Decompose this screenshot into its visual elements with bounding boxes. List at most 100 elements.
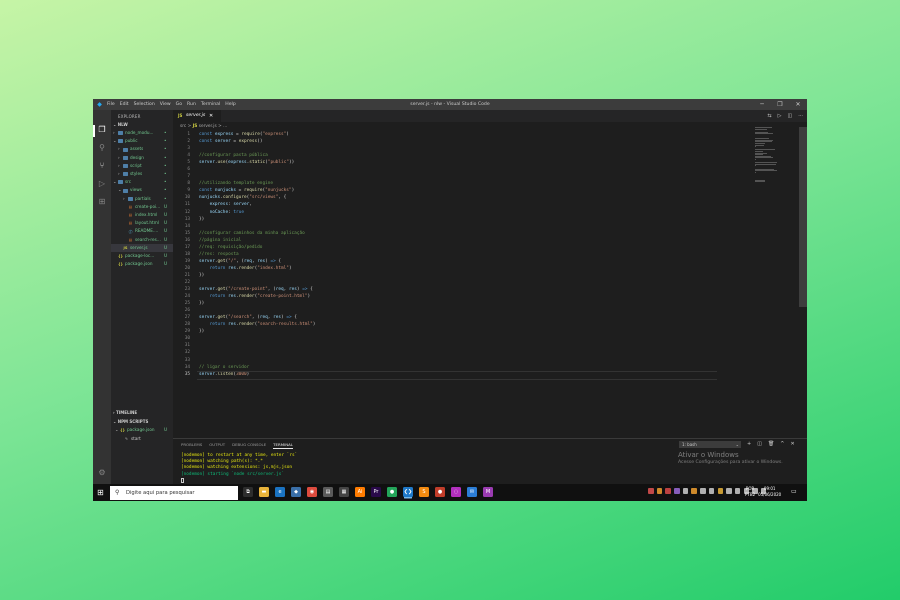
tree-item[interactable]: › ▰ assets • bbox=[111, 145, 173, 153]
tree-item[interactable]: ⌄ ▰ src • bbox=[111, 178, 173, 186]
tray-icon[interactable] bbox=[665, 488, 671, 494]
breadcrumb-symbol[interactable]: > ... bbox=[218, 124, 227, 129]
tree-item[interactable]: ⌄ ▰ public • bbox=[111, 137, 173, 145]
tree-item[interactable]: {} package.json U bbox=[111, 260, 173, 268]
tree-item[interactable]: ▤ create-poi... U bbox=[111, 203, 173, 211]
source-control-icon[interactable]: ⑂ bbox=[97, 161, 107, 171]
terminal-output[interactable]: [nodemon] to restart at any time, enter … bbox=[181, 453, 297, 485]
panel-tab-terminal[interactable]: TERMINAL bbox=[273, 442, 293, 449]
tree-item[interactable]: {} package-loc... U bbox=[111, 252, 173, 260]
input-language[interactable]: POR PTB2 bbox=[745, 486, 755, 498]
tray-icon[interactable] bbox=[674, 488, 680, 494]
npm-script-start[interactable]: ✎ start bbox=[111, 435, 173, 443]
tray-icon[interactable] bbox=[717, 488, 723, 494]
tree-item[interactable]: ⓘ README.... U bbox=[111, 227, 173, 235]
menu-selection[interactable]: Selection bbox=[134, 99, 155, 110]
split-editor-icon[interactable]: ◫ bbox=[787, 110, 792, 122]
illustrator-icon[interactable]: Ai bbox=[355, 487, 365, 497]
tree-item[interactable]: ▤ layout.html U bbox=[111, 219, 173, 227]
panel-tab-output[interactable]: OUTPUT bbox=[209, 442, 225, 449]
tray-icon[interactable] bbox=[691, 488, 697, 494]
tray-icon[interactable] bbox=[682, 488, 689, 494]
minimize-button[interactable]: ─ bbox=[753, 99, 771, 110]
calculator-icon[interactable]: ▦ bbox=[339, 487, 349, 497]
more-actions-icon[interactable]: ··· bbox=[798, 110, 803, 122]
tree-item[interactable]: › ▰ partials • bbox=[111, 195, 173, 203]
breadcrumb-folder[interactable]: src bbox=[180, 124, 186, 129]
file-explorer-icon[interactable]: ▬ bbox=[259, 487, 269, 497]
taskbar-search-box[interactable]: ⚲ Digite aqui para pesquisar bbox=[110, 485, 238, 500]
sublime-icon[interactable]: S bbox=[419, 487, 429, 497]
tree-item[interactable]: ▤ index.html U bbox=[111, 211, 173, 219]
code-token: return bbox=[209, 265, 229, 271]
tree-item[interactable]: JS server.js U bbox=[111, 243, 173, 252]
maximize-panel-icon[interactable]: ^ bbox=[780, 441, 784, 448]
line-number: 13 bbox=[184, 216, 190, 222]
tray-icon[interactable] bbox=[700, 488, 706, 494]
chrome-icon[interactable]: ◉ bbox=[307, 487, 317, 497]
split-terminal-icon[interactable]: ◫ bbox=[757, 441, 762, 448]
minimap[interactable] bbox=[753, 127, 797, 207]
tree-item[interactable]: ⌄ ▰ views • bbox=[111, 186, 173, 194]
tray-icon[interactable] bbox=[708, 488, 715, 494]
tree-item[interactable]: › ▰ node_modu... • bbox=[111, 129, 173, 137]
menu-run[interactable]: Run bbox=[187, 99, 196, 110]
date-time[interactable]: 09:01 05/06/2020 bbox=[758, 486, 781, 498]
app-purple-icon[interactable]: ◌ bbox=[451, 487, 461, 497]
search-icon[interactable]: ⚲ bbox=[97, 143, 107, 153]
breadcrumb-file[interactable]: server.js bbox=[199, 124, 217, 129]
tree-item[interactable]: › ▰ design • bbox=[111, 154, 173, 162]
tray-icon[interactable] bbox=[648, 488, 654, 494]
panel-tab-debug-console[interactable]: DEBUG CONSOLE bbox=[232, 442, 266, 449]
menu-help[interactable]: Help bbox=[225, 99, 235, 110]
trash-icon[interactable]: 🗑 bbox=[768, 441, 774, 448]
notifications-icon[interactable]: ▭ bbox=[791, 488, 799, 496]
tray-icon[interactable] bbox=[656, 488, 663, 494]
tree-item[interactable]: ▤ search-res... U bbox=[111, 236, 173, 244]
close-panel-icon[interactable]: ✕ bbox=[791, 441, 795, 448]
tray-icon[interactable] bbox=[734, 488, 741, 494]
windows-start-icon[interactable]: ⊞ bbox=[97, 488, 106, 497]
chevron-down-icon: ⌄ bbox=[115, 427, 119, 432]
task-view-icon[interactable]: ⧉ bbox=[243, 487, 253, 497]
extensions-icon[interactable]: ⊞ bbox=[97, 197, 107, 207]
settings-gear-icon[interactable]: ⚙ bbox=[97, 468, 107, 478]
workspace-root[interactable]: ⌄ NLW bbox=[113, 122, 128, 127]
tab-server-js[interactable]: JS server.js ✕ bbox=[173, 110, 221, 122]
editor-scrollbar[interactable] bbox=[799, 127, 807, 307]
tab-close-icon[interactable]: ✕ bbox=[209, 110, 213, 122]
vscode-icon[interactable]: ❮❯ bbox=[403, 487, 413, 497]
npm-package-json[interactable]: ⌄ {} package.json U bbox=[111, 426, 173, 434]
files-icon[interactable]: ❐ bbox=[97, 125, 107, 135]
menu-edit[interactable]: Edit bbox=[120, 99, 129, 110]
run-debug-icon[interactable]: ▷ bbox=[97, 179, 107, 189]
taskbar-clock[interactable]: POR PTB2 09:01 05/06/2020 bbox=[745, 486, 781, 498]
app-mc-icon[interactable]: M bbox=[483, 487, 493, 497]
code-editor[interactable]: 1 const express = require("express") 2 cons… bbox=[173, 131, 753, 380]
mail-icon[interactable]: ✉ bbox=[467, 487, 477, 497]
app-store-icon[interactable]: ◆ bbox=[291, 487, 301, 497]
run-icon[interactable]: ▷ bbox=[778, 110, 782, 122]
terminal-select[interactable]: 1: bash ⌄ bbox=[679, 441, 741, 448]
tree-item-label: views bbox=[130, 187, 142, 193]
new-terminal-icon[interactable]: + bbox=[747, 441, 751, 448]
tree-item[interactable]: › ▰ styles • bbox=[111, 170, 173, 178]
timeline-section[interactable]: › TIMELINE bbox=[113, 410, 137, 415]
menu-go[interactable]: Go bbox=[176, 99, 182, 110]
menu-terminal[interactable]: Terminal bbox=[201, 99, 220, 110]
tree-item[interactable]: › ▰ script • bbox=[111, 162, 173, 170]
close-button[interactable]: ✕ bbox=[789, 99, 807, 110]
menu-file[interactable]: File bbox=[107, 99, 115, 110]
app-red-icon[interactable]: ● bbox=[435, 487, 445, 497]
edge-icon[interactable]: e bbox=[275, 487, 285, 497]
premiere-icon[interactable]: Pr bbox=[371, 487, 381, 497]
maximize-button[interactable]: ❐ bbox=[771, 99, 789, 110]
npm-scripts-section[interactable]: ⌄ NPM SCRIPTS bbox=[113, 419, 148, 424]
tray-icon[interactable] bbox=[726, 488, 732, 494]
panel-tab-problems[interactable]: PROBLEMS bbox=[181, 442, 202, 449]
notes-icon[interactable]: ▤ bbox=[323, 487, 333, 497]
code-token: server bbox=[199, 315, 215, 321]
menu-view[interactable]: View bbox=[160, 99, 171, 110]
compare-icon[interactable]: ⇆ bbox=[767, 110, 771, 122]
app-green-icon[interactable]: ● bbox=[387, 487, 397, 497]
